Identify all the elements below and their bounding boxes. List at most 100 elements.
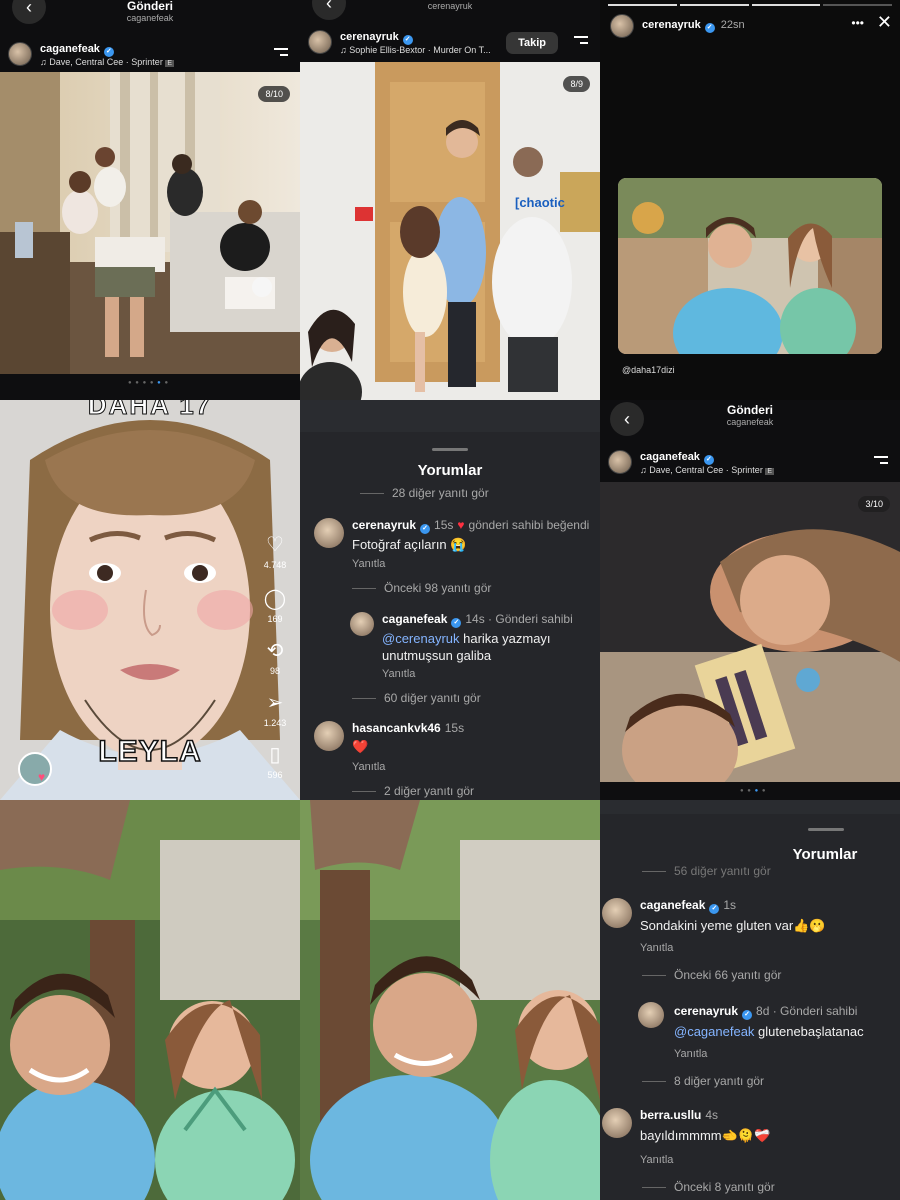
save-icon[interactable]: ▯: [262, 742, 288, 767]
photo-panel-1: [0, 800, 300, 1200]
sheet-handle[interactable]: [432, 448, 468, 451]
slide-counter: 3/10: [858, 496, 890, 512]
story-photo[interactable]: [618, 178, 882, 354]
author-username[interactable]: cerenayruk ✓: [340, 30, 413, 45]
garden-selfie-photo-2[interactable]: [300, 800, 600, 1200]
post-panel-1: ‹ Gönderi caganefeak caganefeak ✓ ♫ Dave,…: [0, 0, 300, 400]
heart-icon: ♥: [457, 518, 465, 532]
avatar[interactable]: [602, 898, 632, 928]
garden-selfie-photo[interactable]: [0, 800, 300, 1200]
shirt-text: [chaotic: [515, 195, 565, 210]
music-label[interactable]: ♫ Dave, Central Cee · Sprinter E: [640, 464, 774, 478]
share-icon[interactable]: ➢: [262, 690, 288, 715]
sheet-handle[interactable]: [808, 828, 844, 831]
comment-author[interactable]: cerenayruk ✓ 15s ♥ gönderi sahibi beğendi: [352, 518, 589, 534]
comment-text: Fotoğraf açıların 😭: [352, 537, 467, 552]
close-icon[interactable]: ✕: [877, 12, 892, 33]
previous-replies[interactable]: Önceki 8 yanıtı gör: [642, 1180, 775, 1194]
previous-replies[interactable]: Önceki 66 yanıtı gör: [642, 968, 781, 982]
story-time: 22sn: [720, 19, 745, 31]
avatar[interactable]: [314, 518, 344, 548]
liked-by-owner: gönderi sahibi beğendi: [468, 518, 590, 532]
reply-button[interactable]: Yanıtla: [640, 1154, 673, 1166]
avatar[interactable]: [308, 30, 332, 54]
reply-button[interactable]: Yanıtla: [640, 942, 673, 954]
view-more-replies[interactable]: 60 diğer yanıtı gör: [352, 691, 481, 705]
reply-button[interactable]: Yanıtla: [352, 761, 385, 773]
comment-text: ❤️: [352, 739, 369, 754]
avatar[interactable]: [350, 612, 374, 636]
view-more-replies[interactable]: 8 diğer yanıtı gör: [642, 1074, 764, 1088]
post-photo[interactable]: [600, 482, 900, 782]
reply-button[interactable]: Yanıtla: [352, 558, 385, 570]
author-username[interactable]: caganefeak ✓: [640, 450, 714, 465]
back-button[interactable]: ‹: [610, 402, 644, 436]
mention-link[interactable]: @cerenayruk: [382, 631, 460, 646]
reply-button[interactable]: Yanıtla: [674, 1048, 707, 1060]
comments-title: Yorumlar: [792, 846, 858, 863]
comment-text: bayıldımmmm🫲🫠❤️‍🩹: [640, 1128, 771, 1143]
more-icon[interactable]: •••: [851, 16, 864, 30]
comment-author[interactable]: caganefeak ✓ 1s: [640, 898, 736, 914]
follow-button[interactable]: Takip: [506, 32, 558, 54]
menu-icon[interactable]: [274, 48, 288, 60]
comment-author[interactable]: cerenayruk ✓ 8d · Gönderi sahibi: [674, 1004, 857, 1020]
view-more-replies[interactable]: 28 diğer yanıtı gör: [360, 486, 489, 500]
author-username[interactable]: caganefeak ✓: [40, 42, 114, 57]
repost-icon[interactable]: ⟲: [262, 638, 288, 663]
page-title: Gönderi: [726, 403, 773, 417]
post-header: ‹ Gönderi caganefeak: [600, 402, 900, 436]
reply-button[interactable]: Yanıtla: [382, 668, 415, 680]
comments-title: Yorumlar: [417, 462, 483, 479]
back-button[interactable]: ‹: [312, 0, 346, 20]
menu-icon[interactable]: [574, 36, 588, 48]
view-more-replies[interactable]: 2 diğer yanıtı gör: [352, 784, 474, 798]
avatar[interactable]: [608, 450, 632, 474]
page-subtitle: caganefeak: [726, 417, 774, 427]
carousel-dots: ● ● ● ● ● ●: [128, 380, 170, 386]
story-panel: cerenayruk ✓ 22sn ••• ✕ @daha17dizi: [600, 0, 900, 400]
comment-author[interactable]: berra.usllu 4s: [640, 1108, 718, 1122]
story-username[interactable]: cerenayruk ✓ 22sn: [642, 18, 745, 33]
avatar[interactable]: [638, 1002, 664, 1028]
comments-panel-1: Yorumlar 28 diğer yanıtı gör cerenayruk ✓…: [300, 400, 600, 800]
menu-icon[interactable]: [874, 456, 888, 468]
office-door-photo: [chaotic: [300, 62, 600, 400]
chevron-left-icon: ‹: [624, 408, 630, 429]
avatar[interactable]: [602, 1108, 632, 1138]
comment-author[interactable]: hasancankvk46 15s: [352, 721, 464, 735]
story-mention-tag[interactable]: @daha17dizi: [622, 365, 675, 375]
comment-icon[interactable]: ◯: [262, 586, 288, 611]
page-subtitle: caganefeak: [126, 13, 174, 23]
verified-icon: ✓: [709, 904, 720, 914]
previous-replies[interactable]: Önceki 98 yanıtı gör: [352, 581, 491, 595]
view-more-replies[interactable]: 56 diğer yanıtı gör: [642, 864, 771, 878]
avatar[interactable]: [610, 14, 634, 38]
music-label[interactable]: ♫ Sophie Ellis-Bextor · Murder On T...: [340, 44, 491, 56]
post-panel-2: ‹ cerenayruk cerenayruk ✓ ♫ Sophie Ellis-…: [300, 0, 600, 400]
explicit-badge: E: [765, 468, 774, 475]
comments-panel-2: Yorumlar 56 diğer yanıtı gör caganefeak ✓…: [600, 800, 900, 1200]
selfie-photo: [618, 178, 882, 354]
sunset-selfie-photo: [600, 482, 900, 782]
verified-icon: ✓: [451, 618, 462, 628]
mention-link[interactable]: @caganefeak: [674, 1024, 754, 1039]
verified-icon: ✓: [420, 524, 431, 534]
reel-top-text: DAHA 17: [87, 400, 213, 421]
avatar[interactable]: [18, 752, 52, 786]
reel-panel: DAHA 17 LEYLA ♡ 4.748 ◯ 169 ⟲ 98 ➢ 1.243…: [0, 400, 300, 800]
comment-author[interactable]: caganefeak ✓ 14s · Gönderi sahibi: [382, 612, 573, 628]
comment-text: @cerenayruk harika yazmayı: [382, 631, 551, 646]
music-label[interactable]: ♫ Dave, Central Cee · Sprinter E: [40, 56, 174, 70]
post-photo[interactable]: [chaotic: [300, 62, 600, 400]
chevron-left-icon: ‹: [326, 0, 332, 13]
avatar[interactable]: [314, 721, 344, 751]
background-strip: [600, 800, 900, 814]
heart-icon[interactable]: ♡: [262, 532, 288, 557]
verified-icon: ✓: [704, 23, 715, 33]
avatar[interactable]: [8, 42, 32, 66]
post-photo[interactable]: [0, 72, 300, 374]
carousel-dots: ● ● ● ●: [740, 788, 767, 794]
slide-counter: 8/9: [563, 76, 590, 92]
explicit-badge: E: [165, 60, 174, 67]
